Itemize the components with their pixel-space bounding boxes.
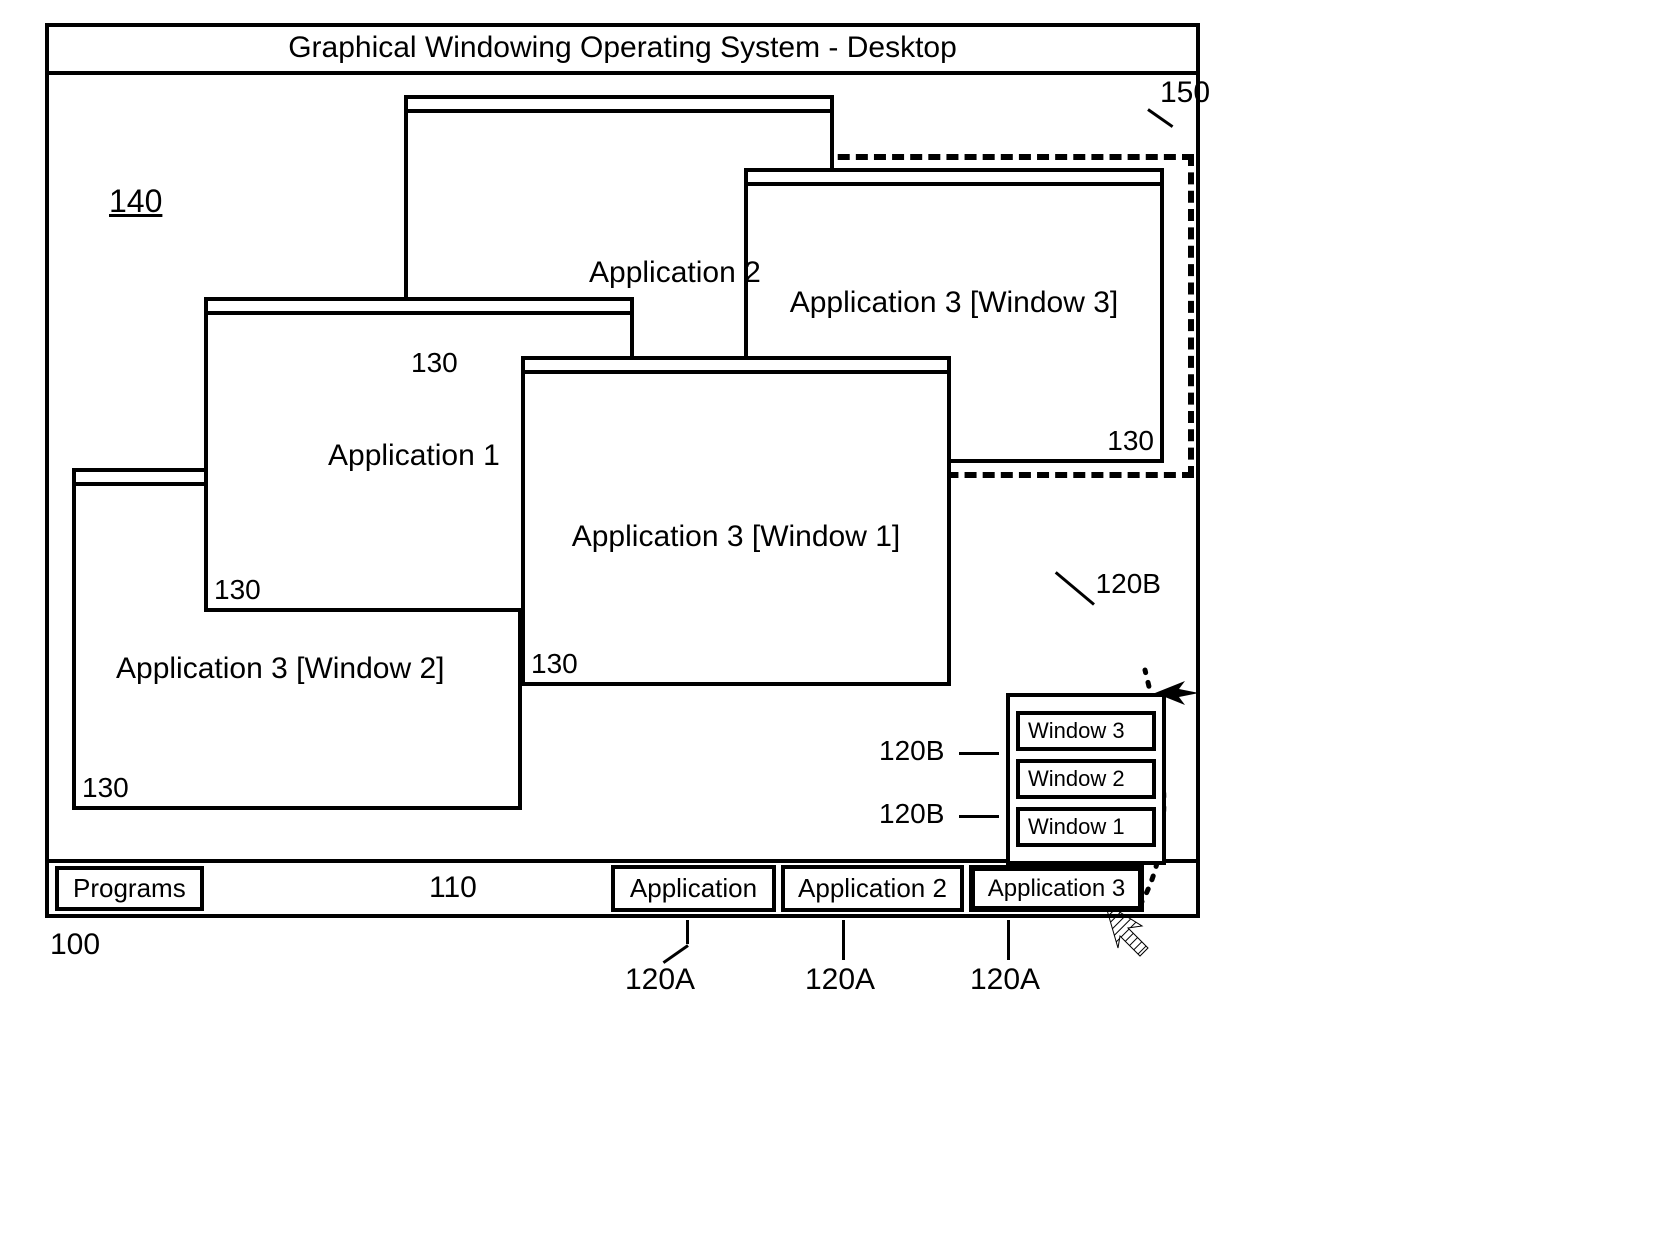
diagram-canvas: Graphical Windowing Operating System - D… bbox=[0, 0, 1665, 1239]
ref-120b-top: 120B bbox=[1096, 568, 1161, 600]
ref-130-w1: 130 bbox=[531, 648, 578, 680]
window-app3-w1[interactable]: Application 3 [Window 1] 130 bbox=[521, 356, 951, 686]
cursor-solid-icon bbox=[1155, 671, 1199, 715]
ref-120b-mid: 120B bbox=[879, 735, 944, 767]
taskbar-item-app3[interactable]: Application 3 bbox=[969, 865, 1144, 912]
ref-130-app1: 130 bbox=[214, 574, 261, 606]
taskbar-item-app1[interactable]: Application bbox=[611, 865, 776, 912]
outer-frame: Graphical Windowing Operating System - D… bbox=[45, 23, 1200, 918]
window-app2-label: Application 2 bbox=[589, 256, 761, 290]
ref-120b-bot: 120B bbox=[879, 798, 944, 830]
ref-130-app2: 130 bbox=[411, 347, 458, 379]
window-app1-label: Application 1 bbox=[328, 439, 500, 473]
taskbar[interactable]: Programs 110 Application Application 2 A… bbox=[49, 859, 1196, 914]
window-app3-w1-label: Application 3 [Window 1] bbox=[572, 520, 901, 554]
window-list-popup[interactable]: Window 3 Window 2 Window 1 bbox=[1006, 693, 1166, 865]
ref-120a-2: 120A bbox=[805, 963, 875, 997]
programs-button[interactable]: Programs bbox=[55, 866, 204, 911]
inner-frame: 140 Application 2 Application 3 [Window … bbox=[49, 71, 1196, 914]
window-app3-w1-titlebar[interactable] bbox=[525, 360, 947, 374]
os-title: Graphical Windowing Operating System - D… bbox=[49, 27, 1196, 69]
ref-110: 110 bbox=[429, 871, 477, 905]
window-app3-w3-titlebar[interactable] bbox=[748, 172, 1160, 186]
ref-130-w2: 130 bbox=[82, 772, 129, 804]
leader-120a-3 bbox=[1007, 920, 1010, 960]
window-app3-w2-label: Application 3 [Window 2] bbox=[116, 652, 445, 686]
ref-120a-3: 120A bbox=[970, 963, 1040, 997]
ref-130-w3: 130 bbox=[1107, 425, 1154, 457]
leader-120a-1v bbox=[686, 920, 689, 944]
leader-120a-2 bbox=[842, 920, 845, 960]
ref-120a-1: 120A bbox=[625, 963, 695, 997]
ref-150: 150 bbox=[1160, 76, 1210, 110]
taskbar-item-app2[interactable]: Application 2 bbox=[781, 865, 964, 912]
leader-120b-top bbox=[1055, 571, 1095, 605]
desktop-area[interactable]: 140 Application 2 Application 3 [Window … bbox=[49, 75, 1196, 859]
popup-item-window3[interactable]: Window 3 bbox=[1016, 711, 1156, 751]
ref-140: 140 bbox=[109, 183, 162, 220]
leader-120a-1d bbox=[663, 944, 689, 964]
window-app3-w3-label: Application 3 [Window 3] bbox=[790, 286, 1119, 320]
popup-item-window1[interactable]: Window 1 bbox=[1016, 807, 1156, 847]
popup-item-window2[interactable]: Window 2 bbox=[1016, 759, 1156, 799]
window-app2-titlebar[interactable] bbox=[408, 99, 830, 113]
leader-120b-bot bbox=[959, 815, 999, 818]
leader-120b-mid bbox=[959, 752, 999, 755]
window-app1-titlebar[interactable] bbox=[208, 301, 630, 315]
ref-100: 100 bbox=[50, 928, 100, 962]
